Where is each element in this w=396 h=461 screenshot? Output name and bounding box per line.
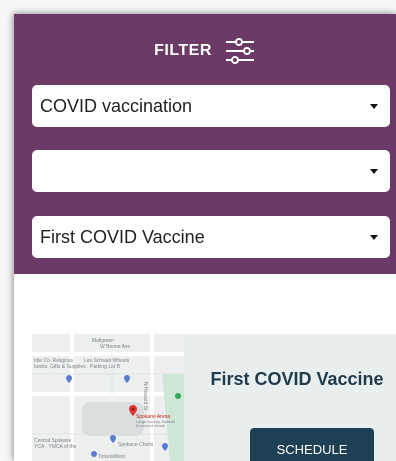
location-card: Mallgreen W Boone Ave Idle Co. Religious… (32, 334, 396, 461)
location-select[interactable] (32, 150, 390, 192)
appointment-type-value: First COVID Vaccine (40, 226, 205, 247)
map-label-poi: Spokane Chiefs (118, 442, 154, 448)
filter-panel: FILTER COVID vaccination First COVID Vac… (14, 14, 396, 274)
card-title: First COVID Vaccine (210, 369, 384, 389)
schedule-button[interactable]: SCHEDULE (250, 428, 374, 461)
sliders-icon[interactable] (224, 36, 256, 66)
map-label-street: W Boone Ave (100, 344, 130, 350)
app-frame: FILTER COVID vaccination First COVID Vac… (14, 14, 396, 461)
map-label-poi: Parking Lot B (90, 364, 121, 370)
location-map[interactable]: Mallgreen W Boone Ave Idle Co. Religious… (32, 334, 184, 461)
map-label-street: N Howard St (142, 382, 148, 411)
chevron-down-icon (370, 234, 378, 240)
appointment-type-select[interactable]: First COVID Vaccine (32, 216, 390, 258)
filter-header[interactable]: FILTER (14, 36, 396, 66)
filter-title: FILTER (154, 42, 212, 59)
map-label-poi: YCA - YMCA of the (34, 444, 77, 450)
map-label-poi: TicketsWest (98, 454, 126, 460)
map-label-poi: books, Gifts & Supplies (34, 364, 86, 370)
service-type-select[interactable]: COVID vaccination (32, 85, 390, 127)
chevron-down-icon (370, 168, 378, 174)
chevron-down-icon (370, 103, 378, 109)
map-label-poi: & concert venue (136, 423, 166, 428)
service-type-value: COVID vaccination (40, 95, 193, 116)
